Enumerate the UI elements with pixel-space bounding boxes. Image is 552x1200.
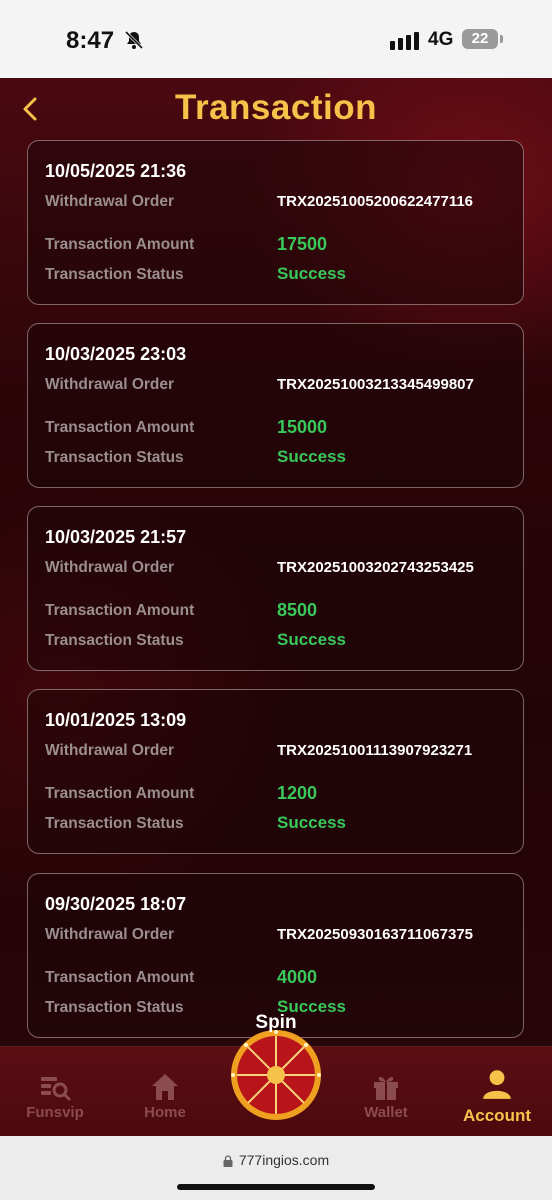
- nav-label-wallet: Wallet: [364, 1104, 408, 1121]
- transaction-card[interactable]: 10/03/2025 23:03 Withdrawal Order TRX202…: [27, 323, 524, 488]
- nav-label-funsvip: Funsvip: [26, 1104, 84, 1121]
- page-title: Transaction: [175, 88, 377, 127]
- battery-indicator: 22: [462, 29, 498, 49]
- order-id: TRX20251003213345499807: [277, 376, 474, 393]
- order-label: Withdrawal Order: [45, 376, 175, 393]
- transaction-datetime: 10/05/2025 21:36: [45, 161, 187, 181]
- transaction-card[interactable]: 10/03/2025 21:57 Withdrawal Order TRX202…: [27, 506, 524, 671]
- signal-icon: [390, 32, 419, 50]
- transaction-status: Success: [277, 630, 346, 649]
- nav-item-home[interactable]: Home: [110, 1047, 220, 1136]
- amount-label: Transaction Amount: [45, 969, 195, 986]
- amount-label: Transaction Amount: [45, 419, 195, 436]
- search-list-icon: [41, 1077, 71, 1101]
- order-id: TRX20250930163711067375: [277, 926, 474, 943]
- transaction-datetime: 10/01/2025 13:09: [45, 710, 187, 730]
- transaction-amount: 15000: [277, 417, 328, 437]
- url-bar[interactable]: 777ingios.com: [0, 1152, 552, 1168]
- network-type: 4G: [428, 29, 454, 50]
- transaction-datetime: 10/03/2025 23:03: [45, 344, 187, 364]
- transaction-status: Success: [277, 264, 346, 283]
- order-id: TRX20251003202743253425: [277, 559, 474, 576]
- url-text: 777ingios.com: [238, 1152, 330, 1168]
- transaction-card[interactable]: 10/01/2025 13:09 Withdrawal Order TRX202…: [27, 689, 524, 854]
- nav-label-account: Account: [463, 1106, 531, 1125]
- nav-label-spin[interactable]: Spin: [226, 1012, 326, 1034]
- gift-icon: [374, 1076, 398, 1100]
- order-id: TRX20251005200622477116: [277, 193, 474, 210]
- transaction-card[interactable]: 10/05/2025 21:36 Withdrawal Order TRX202…: [27, 140, 524, 305]
- browser-bar: 777ingios.com: [0, 1136, 552, 1200]
- user-icon: [483, 1070, 511, 1099]
- nav-item-account[interactable]: Account: [442, 1047, 552, 1136]
- order-id: TRX20251001113907923271: [277, 742, 473, 759]
- status-bar: 8:47 4G 22: [0, 0, 552, 78]
- transaction-status: Success: [277, 447, 346, 466]
- nav-label-home: Home: [144, 1104, 186, 1121]
- header: Transaction: [0, 78, 552, 140]
- home-icon: [152, 1074, 178, 1100]
- status-label: Transaction Status: [45, 266, 184, 283]
- app-screen: Transaction 10/05/2025 21:36 Withdrawal …: [0, 78, 552, 1136]
- lock-icon: [223, 1155, 233, 1168]
- transaction-status: Success: [277, 813, 346, 832]
- transaction-amount: 4000: [277, 967, 318, 987]
- status-time: 8:47: [66, 27, 115, 54]
- status-label: Transaction Status: [45, 449, 184, 466]
- bell-muted-icon: [124, 30, 144, 50]
- transaction-datetime: 10/03/2025 21:57: [45, 527, 187, 547]
- transaction-datetime: 09/30/2025 18:07: [45, 894, 187, 914]
- amount-label: Transaction Amount: [45, 236, 195, 253]
- order-label: Withdrawal Order: [45, 193, 175, 210]
- home-indicator: [177, 1184, 375, 1190]
- amount-label: Transaction Amount: [45, 602, 195, 619]
- amount-label: Transaction Amount: [45, 785, 195, 802]
- spin-wheel-icon[interactable]: [229, 1028, 323, 1122]
- transaction-amount: 17500: [277, 234, 328, 254]
- battery-tip: [500, 35, 503, 43]
- transaction-amount: 1200: [277, 783, 318, 803]
- transaction-amount: 8500: [277, 600, 318, 620]
- status-label: Transaction Status: [45, 632, 184, 649]
- status-label: Transaction Status: [45, 815, 184, 832]
- order-label: Withdrawal Order: [45, 559, 175, 576]
- order-label: Withdrawal Order: [45, 926, 175, 943]
- nav-item-wallet[interactable]: Wallet: [331, 1047, 441, 1136]
- nav-item-funsvip[interactable]: Funsvip: [0, 1047, 110, 1136]
- order-label: Withdrawal Order: [45, 742, 175, 759]
- status-label: Transaction Status: [45, 999, 184, 1016]
